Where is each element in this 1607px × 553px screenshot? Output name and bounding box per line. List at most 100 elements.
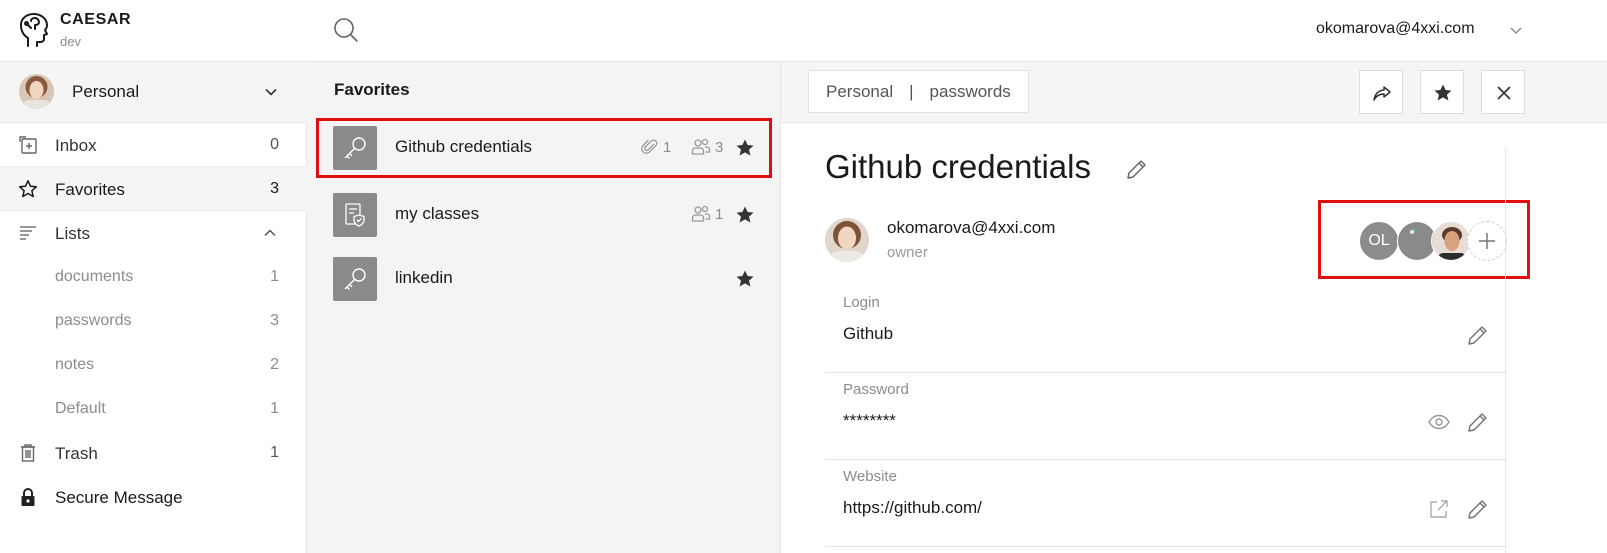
- share-button[interactable]: [1359, 70, 1403, 114]
- sidebar-item-label: Inbox: [55, 136, 97, 155]
- sidebar-item-favorites[interactable]: Favorites 3: [0, 167, 307, 211]
- external-link-icon[interactable]: [1426, 496, 1452, 522]
- top-bar: CAESAR dev okomarova@4xxi.com: [0, 0, 1607, 62]
- sidebar-item-count: 1: [270, 268, 279, 285]
- chevron-down-icon[interactable]: [263, 84, 279, 100]
- search-icon[interactable]: [333, 17, 359, 43]
- inbox-icon: [18, 135, 38, 155]
- sidebar-item-label: passwords: [55, 312, 132, 329]
- close-button[interactable]: [1481, 70, 1525, 114]
- website-field: Website https://github.com/: [825, 460, 1507, 547]
- member-avatar[interactable]: OL: [1359, 221, 1399, 261]
- pencil-icon[interactable]: [1465, 496, 1491, 522]
- field-label: Login: [843, 294, 880, 311]
- item-title: Github credentials: [825, 148, 1091, 185]
- detail-header: Personal | passwords: [781, 62, 1607, 123]
- members-group: OL: [1318, 200, 1530, 279]
- password-field: Password ********: [825, 373, 1507, 460]
- field-value[interactable]: https://github.com/: [843, 498, 982, 518]
- sidebar: Personal Inbox 0 Favorites 3 Lists docum…: [0, 62, 307, 553]
- sidebar-item-count: 1: [270, 444, 279, 461]
- member-initials: OL: [1368, 232, 1390, 249]
- sidebar-item-count: 3: [270, 180, 279, 197]
- breadcrumb: Personal | passwords: [808, 70, 1029, 113]
- field-label: Website: [843, 468, 897, 485]
- trash-icon: [18, 443, 38, 463]
- head-profile-icon[interactable]: [18, 12, 50, 48]
- key-icon: [333, 126, 377, 170]
- sidebar-item-lists[interactable]: Lists: [0, 211, 307, 255]
- eye-icon[interactable]: [1426, 409, 1452, 435]
- list-item[interactable]: my classes 1: [316, 185, 772, 245]
- pencil-icon[interactable]: [1465, 322, 1491, 348]
- app-name: CAESAR: [60, 11, 132, 28]
- note-shield-icon: [333, 193, 377, 237]
- avatar: [825, 218, 869, 262]
- login-field: Login Github: [825, 286, 1507, 373]
- chevron-up-icon[interactable]: [263, 226, 277, 240]
- sidebar-item-label: Favorites: [55, 180, 125, 199]
- sidebar-item-trash[interactable]: Trash 1: [0, 431, 307, 475]
- sidebar-item-documents[interactable]: documents 1: [0, 255, 307, 299]
- sidebar-item-notes[interactable]: notes 2: [0, 343, 307, 387]
- sidebar-item-label: Secure Message: [55, 488, 183, 507]
- sidebar-item-label: documents: [55, 268, 134, 285]
- list-icon: [18, 223, 38, 243]
- field-value[interactable]: Github: [843, 324, 893, 344]
- sidebar-item-count: 1: [270, 400, 279, 417]
- list-item[interactable]: Github credentials 1 3: [316, 118, 772, 178]
- attachments-count: 1: [641, 138, 671, 156]
- sidebar-item-inbox[interactable]: Inbox 0: [0, 123, 307, 167]
- members-count: 3: [691, 138, 723, 156]
- list-title: Favorites: [334, 80, 410, 99]
- avatar: [19, 74, 54, 109]
- list-item-label: my classes: [395, 204, 480, 223]
- chevron-down-icon[interactable]: [1508, 22, 1524, 38]
- sidebar-item-label: Lists: [55, 224, 90, 243]
- list-item[interactable]: linkedin: [316, 249, 772, 309]
- star-icon[interactable]: [735, 205, 755, 225]
- sidebar-item-count: 0: [270, 136, 279, 153]
- key-icon: [333, 257, 377, 301]
- sidebar-item-count: 2: [270, 356, 279, 373]
- star-outline-icon: [18, 179, 38, 199]
- attachments-value: 1: [663, 138, 672, 156]
- item-list-panel: Favorites Github credentials 1 3 my clas…: [307, 62, 781, 553]
- plus-icon: [1477, 231, 1497, 251]
- sidebar-item-default[interactable]: Default 1: [0, 387, 307, 431]
- team-selector[interactable]: Personal: [0, 62, 307, 123]
- item-detail-panel: Personal | passwords Github credentials …: [781, 62, 1607, 553]
- breadcrumb-separator: |: [909, 81, 914, 101]
- list-item-label: linkedin: [395, 268, 453, 287]
- app-environment: dev: [60, 34, 81, 49]
- pencil-icon[interactable]: [1125, 157, 1149, 181]
- star-icon[interactable]: [735, 138, 755, 158]
- sidebar-item-count: 3: [270, 312, 279, 329]
- add-member-button[interactable]: [1467, 221, 1507, 261]
- favorite-button[interactable]: [1420, 70, 1464, 114]
- members-value: 1: [715, 205, 724, 223]
- field-label: Password: [843, 381, 909, 398]
- sidebar-item-label: Trash: [55, 444, 98, 463]
- field-value[interactable]: ********: [843, 411, 896, 431]
- member-avatar[interactable]: [1431, 221, 1471, 261]
- owner-role: owner: [887, 244, 928, 261]
- members-value: 3: [715, 138, 724, 156]
- star-icon[interactable]: [735, 269, 755, 289]
- members-count: 1: [691, 205, 723, 223]
- lock-icon: [18, 487, 38, 507]
- owner-email: okomarova@4xxi.com: [887, 218, 1056, 237]
- user-menu-email[interactable]: okomarova@4xxi.com: [1316, 20, 1475, 38]
- users-icon: [691, 138, 711, 156]
- pencil-icon[interactable]: [1465, 409, 1491, 435]
- breadcrumb-team[interactable]: Personal: [826, 82, 893, 102]
- sidebar-item-passwords[interactable]: passwords 3: [0, 299, 307, 343]
- team-name: Personal: [72, 82, 140, 101]
- sidebar-item-label: notes: [55, 356, 95, 373]
- list-item-label: Github credentials: [395, 137, 533, 156]
- users-icon: [691, 205, 711, 223]
- paperclip-icon: [641, 138, 659, 156]
- sidebar-item-secure-message[interactable]: Secure Message: [0, 475, 307, 519]
- breadcrumb-list[interactable]: passwords: [930, 82, 1011, 102]
- sidebar-item-label: Default: [55, 400, 106, 417]
